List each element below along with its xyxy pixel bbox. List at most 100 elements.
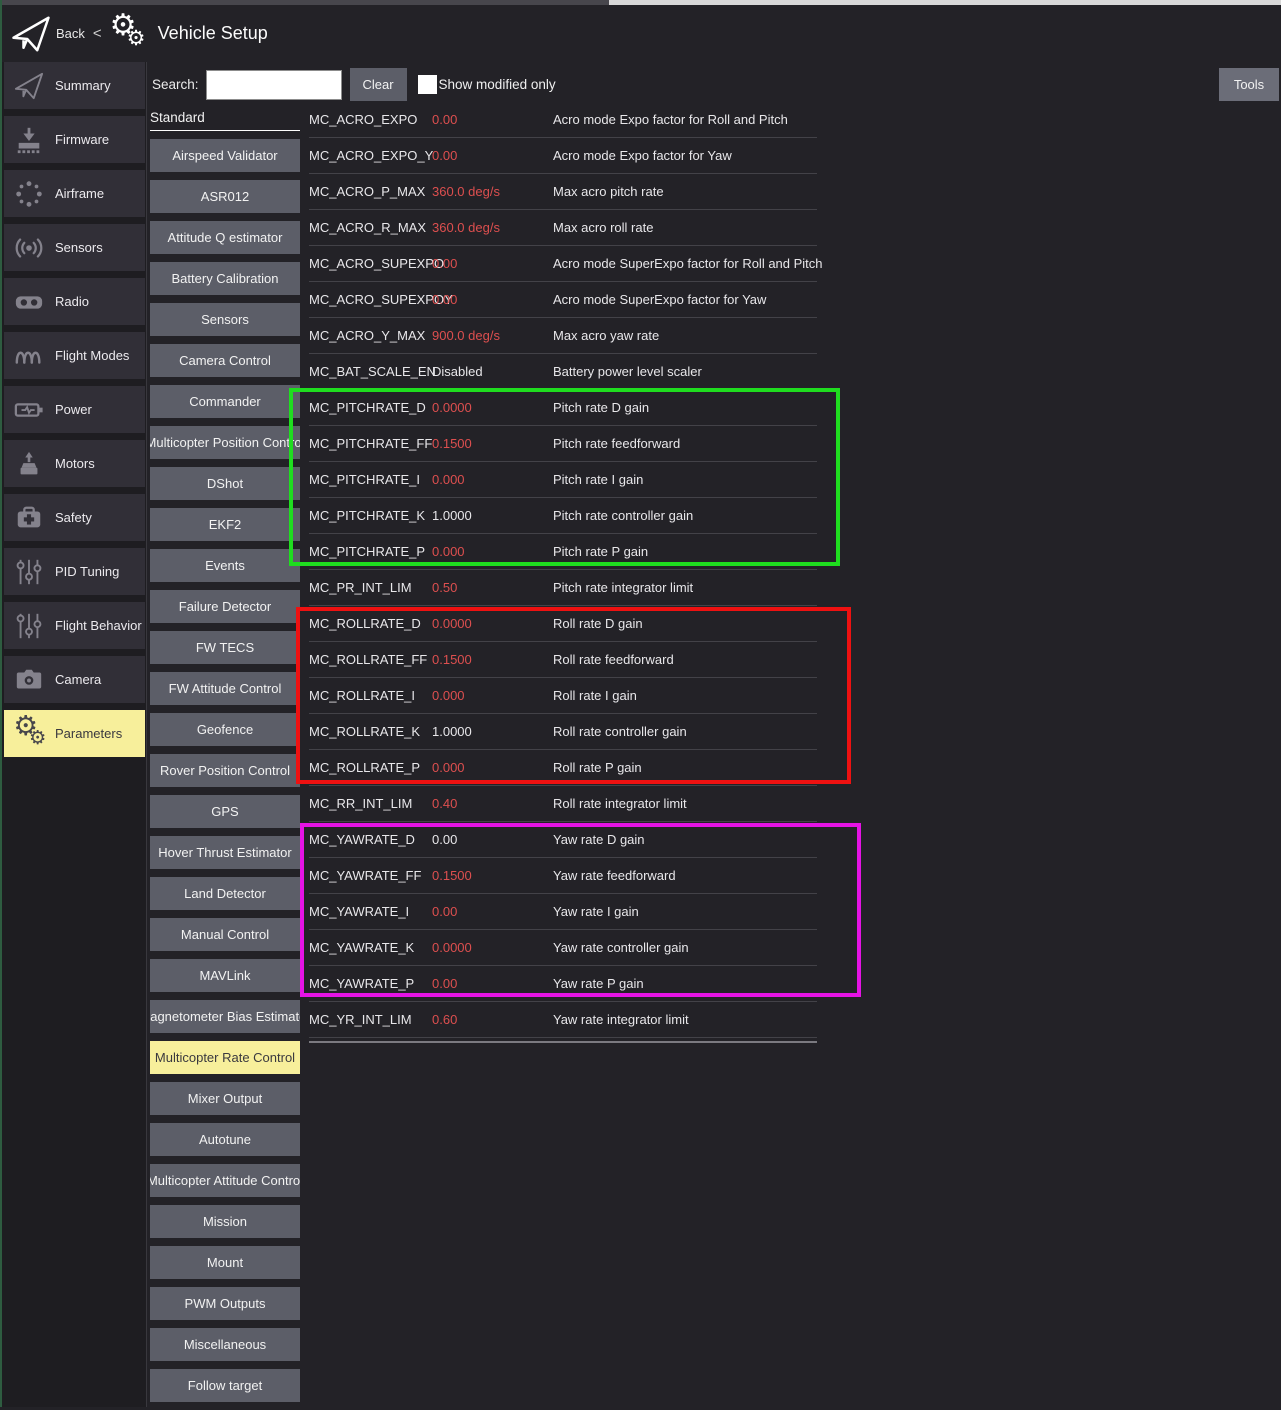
group-button-events[interactable]: Events (150, 549, 300, 582)
group-button-pwm-outputs[interactable]: PWM Outputs (150, 1287, 300, 1320)
group-button-mixer-output[interactable]: Mixer Output (150, 1082, 300, 1115)
group-button-miscellaneous[interactable]: Miscellaneous (150, 1328, 300, 1361)
group-button-follow-target[interactable]: Follow target (150, 1369, 300, 1402)
group-button-mount[interactable]: Mount (150, 1246, 300, 1279)
param-value: 1.0000 (432, 498, 472, 533)
param-row-mc_yawrate_k[interactable]: MC_YAWRATE_K0.0000Yaw rate controller ga… (309, 930, 817, 966)
group-button-airspeed-validator[interactable]: Airspeed Validator (150, 139, 300, 172)
param-row-mc_acro_y_max[interactable]: MC_ACRO_Y_MAX900.0 deg/sMax acro yaw rat… (309, 318, 817, 354)
sidebar-item-label: Parameters (55, 726, 122, 741)
tools-button[interactable]: Tools (1219, 68, 1279, 101)
param-row-mc_rollrate_i[interactable]: MC_ROLLRATE_I0.000Roll rate I gain (309, 678, 817, 714)
param-row-mc_rollrate_p[interactable]: MC_ROLLRATE_P0.000Roll rate P gain (309, 750, 817, 786)
param-row-mc_rollrate_k[interactable]: MC_ROLLRATE_K1.0000Roll rate controller … (309, 714, 817, 750)
param-row-mc_acro_p_max[interactable]: MC_ACRO_P_MAX360.0 deg/sMax acro pitch r… (309, 174, 817, 210)
group-button-fw-tecs[interactable]: FW TECS (150, 631, 300, 664)
group-button-battery-calibration[interactable]: Battery Calibration (150, 262, 300, 295)
sidebar-item-flight-behavior[interactable]: Flight Behavior (4, 602, 145, 649)
group-button-dshot[interactable]: DShot (150, 467, 300, 500)
gears-icon: ⚙⚙ (12, 717, 46, 751)
param-row-mc_acro_supexpoy[interactable]: MC_ACRO_SUPEXPOY0.00Acro mode SuperExpo … (309, 282, 817, 318)
param-name: MC_BAT_SCALE_EN (309, 354, 436, 389)
firmware-icon (12, 123, 46, 157)
param-row-mc_pitchrate_ff[interactable]: MC_PITCHRATE_FF0.1500Pitch rate feedforw… (309, 426, 817, 462)
group-button-commander[interactable]: Commander (150, 385, 300, 418)
param-row-mc_yawrate_p[interactable]: MC_YAWRATE_P0.00Yaw rate P gain (309, 966, 817, 1002)
param-row-mc_pr_int_lim[interactable]: MC_PR_INT_LIM0.50Pitch rate integrator l… (309, 570, 817, 606)
clear-button[interactable]: Clear (350, 68, 407, 101)
param-row-mc_yr_int_lim[interactable]: MC_YR_INT_LIM0.60Yaw rate integrator lim… (309, 1002, 817, 1038)
group-button-mavlink[interactable]: MAVLink (150, 959, 300, 992)
sidebar-item-label: Summary (55, 78, 111, 93)
group-button-land-detector[interactable]: Land Detector (150, 877, 300, 910)
param-name: MC_PITCHRATE_D (309, 390, 426, 425)
sidebar-item-label: Power (55, 402, 92, 417)
sidebar-item-radio[interactable]: Radio (4, 278, 145, 325)
param-row-mc_rollrate_d[interactable]: MC_ROLLRATE_D0.0000Roll rate D gain (309, 606, 817, 642)
param-description: Roll rate controller gain (553, 714, 687, 749)
sidebar-item-flight-modes[interactable]: Flight Modes (4, 332, 145, 379)
group-button-sensors[interactable]: Sensors (150, 303, 300, 336)
group-button-camera-control[interactable]: Camera Control (150, 344, 300, 377)
param-value: 0.0000 (432, 606, 472, 641)
group-button-attitude-q-estimator[interactable]: Attitude Q estimator (150, 221, 300, 254)
group-button-mission[interactable]: Mission (150, 1205, 300, 1238)
camera-icon (12, 663, 46, 697)
param-row-mc_pitchrate_p[interactable]: MC_PITCHRATE_P0.000Pitch rate P gain (309, 534, 817, 570)
sidebar-item-airframe[interactable]: Airframe (4, 170, 145, 217)
param-row-mc_rollrate_ff[interactable]: MC_ROLLRATE_FF0.1500Roll rate feedforwar… (309, 642, 817, 678)
sidebar-item-motors[interactable]: Motors (4, 440, 145, 487)
group-button-failure-detector[interactable]: Failure Detector (150, 590, 300, 623)
group-button-multicopter-attitude-control[interactable]: Multicopter Attitude Control (150, 1164, 300, 1197)
sidebar-item-firmware[interactable]: Firmware (4, 116, 145, 163)
qgc-logo-icon (10, 14, 52, 54)
sidebar-item-label: Motors (55, 456, 95, 471)
param-row-mc_acro_supexpo[interactable]: MC_ACRO_SUPEXPO0.00Acro mode SuperExpo f… (309, 246, 817, 282)
param-row-mc_yawrate_d[interactable]: MC_YAWRATE_D0.00Yaw rate D gain (309, 822, 817, 858)
show-modified-checkbox[interactable] (418, 75, 437, 94)
group-button-multicopter-position-control[interactable]: Multicopter Position Control (150, 426, 300, 459)
group-button-rover-position-control[interactable]: Rover Position Control (150, 754, 300, 787)
group-button-asr012[interactable]: ASR012 (150, 180, 300, 213)
param-row-mc_bat_scale_en[interactable]: MC_BAT_SCALE_ENDisabledBattery power lev… (309, 354, 817, 390)
param-row-mc_pitchrate_d[interactable]: MC_PITCHRATE_D0.0000Pitch rate D gain (309, 390, 817, 426)
param-name: MC_PITCHRATE_K (309, 498, 425, 533)
param-row-mc_acro_expo_y[interactable]: MC_ACRO_EXPO_Y0.00Acro mode Expo factor … (309, 138, 817, 174)
sidebar-item-summary[interactable]: Summary (4, 62, 145, 109)
group-button-fw-attitude-control[interactable]: FW Attitude Control (150, 672, 300, 705)
param-row-mc_pitchrate_i[interactable]: MC_PITCHRATE_I0.000Pitch rate I gain (309, 462, 817, 498)
group-button-autotune[interactable]: Autotune (150, 1123, 300, 1156)
sidebar-item-sensors[interactable]: Sensors (4, 224, 145, 271)
sidebar-item-power[interactable]: Power (4, 386, 145, 433)
param-description: Acro mode SuperExpo factor for Roll and … (553, 246, 823, 281)
sensors-icon (12, 231, 46, 265)
sidebar-item-safety[interactable]: Safety (4, 494, 145, 541)
group-button-multicopter-rate-control[interactable]: Multicopter Rate Control (150, 1041, 300, 1074)
param-row-mc_acro_expo[interactable]: MC_ACRO_EXPO0.00Acro mode Expo factor fo… (309, 102, 817, 138)
sidebar-item-pid-tuning[interactable]: PID Tuning (4, 548, 145, 595)
battery-icon (12, 393, 46, 427)
sidebar-item-parameters[interactable]: ⚙⚙ Parameters (4, 710, 145, 757)
param-row-mc_acro_r_max[interactable]: MC_ACRO_R_MAX360.0 deg/sMax acro roll ra… (309, 210, 817, 246)
sidebar-item-camera[interactable]: Camera (4, 656, 145, 703)
param-row-mc_yawrate_i[interactable]: MC_YAWRATE_I0.00Yaw rate I gain (309, 894, 817, 930)
param-description: Pitch rate feedforward (553, 426, 680, 461)
group-button-manual-control[interactable]: Manual Control (150, 918, 300, 951)
search-input[interactable] (206, 70, 342, 100)
sidebar-item-label: Radio (55, 294, 89, 309)
sidebar-item-label: Flight Behavior (55, 618, 142, 633)
back-button[interactable]: Back (56, 26, 85, 41)
param-description: Max acro yaw rate (553, 318, 659, 353)
group-button-ekf2[interactable]: EKF2 (150, 508, 300, 541)
param-name: MC_YAWRATE_K (309, 930, 414, 965)
param-name: MC_ACRO_P_MAX (309, 174, 425, 209)
group-button-geofence[interactable]: Geofence (150, 713, 300, 746)
param-row-mc_rr_int_lim[interactable]: MC_RR_INT_LIM0.40Roll rate integrator li… (309, 786, 817, 822)
param-name: MC_ROLLRATE_I (309, 678, 415, 713)
param-row-mc_pitchrate_k[interactable]: MC_PITCHRATE_K1.0000Pitch rate controlle… (309, 498, 817, 534)
param-row-mc_yawrate_ff[interactable]: MC_YAWRATE_FF0.1500Yaw rate feedforward (309, 858, 817, 894)
group-button-hover-thrust-estimator[interactable]: Hover Thrust Estimator (150, 836, 300, 869)
group-button-magnetometer-bias-estimator[interactable]: Magnetometer Bias Estimator (150, 1000, 300, 1033)
group-button-gps[interactable]: GPS (150, 795, 300, 828)
param-value: 0.000 (432, 750, 465, 785)
